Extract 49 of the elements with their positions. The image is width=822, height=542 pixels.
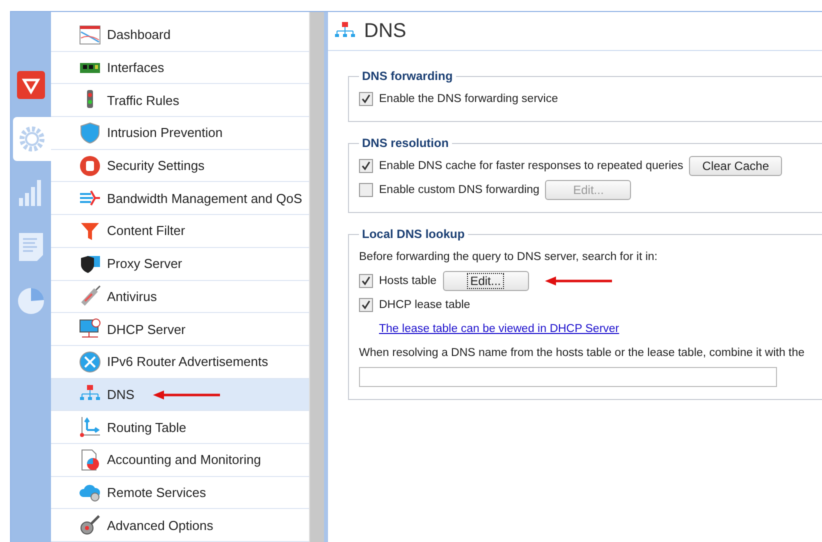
group-title: DNS forwarding [361,69,454,83]
scrollbar[interactable] [309,12,324,542]
pie-chart-icon[interactable] [17,287,45,315]
bars-icon[interactable] [19,180,43,206]
action-button[interactable]: Edit... [442,271,529,291]
nav-item[interactable]: Routing Table [51,411,309,444]
nav-item[interactable]: DHCP Server [51,313,309,346]
description-text: Before forwarding the query to DNS server, search for it in: [359,251,658,263]
pointer-arrow [153,390,221,400]
document-icon[interactable] [19,233,43,261]
nav-item[interactable]: Remote Services [51,476,309,510]
nav-item[interactable]: DNS [51,378,309,412]
dhcp-link[interactable]: The lease table can be viewed in DHCP Server [379,323,620,335]
nav-item[interactable]: Intrusion Prevention [51,117,309,150]
gear-icon[interactable] [18,125,46,153]
checkbox[interactable] [359,298,373,312]
nav-item[interactable]: Interfaces [51,52,309,84]
description-text: When resolving a DNS name from the hosts table or the lease table, combine it with the [359,347,805,359]
checkbox[interactable] [359,92,373,106]
shield-icon [79,122,101,144]
syringe-icon [79,285,101,308]
line-chart-icon [79,24,101,46]
group-title: DNS resolution [361,136,450,150]
checkbox-label: Enable DNS cache for faster responses to repeated queries [379,160,684,172]
checkbox-label: Enable custom DNS forwarding [379,184,540,196]
input-field[interactable] [359,367,777,387]
monitor-icon [79,318,101,340]
nav-item[interactable]: Content Filter [51,215,309,248]
nav-item[interactable]: Traffic Rules [51,84,309,118]
nav-item[interactable]: Dashboard [51,19,309,52]
checkbox[interactable] [359,183,373,197]
nav-item[interactable]: Antivirus [51,280,309,314]
shield-icon[interactable] [17,71,45,99]
pointer-arrow [544,276,613,286]
nav-item[interactable]: Accounting and Monitoring [51,444,309,477]
checkbox[interactable] [359,159,373,173]
checkbox-label: Hosts table [379,275,437,287]
report-icon [79,448,101,471]
nav-item[interactable]: Advanced Options [51,509,309,542]
nav-item[interactable]: Security Settings [51,150,309,182]
nav-item[interactable]: Proxy Server [51,248,309,280]
group-title: Local DNS lookup [361,227,466,241]
page-title: DNS [364,20,406,42]
checkbox-label: Enable the DNS forwarding service [379,93,558,105]
checkbox[interactable] [359,274,373,288]
action-button[interactable]: Clear Cache [689,156,782,176]
checkbox-label: DHCP lease table [379,299,470,311]
nav-item[interactable]: Bandwidth Management and QoS [51,182,309,216]
axes-icon [79,416,101,438]
